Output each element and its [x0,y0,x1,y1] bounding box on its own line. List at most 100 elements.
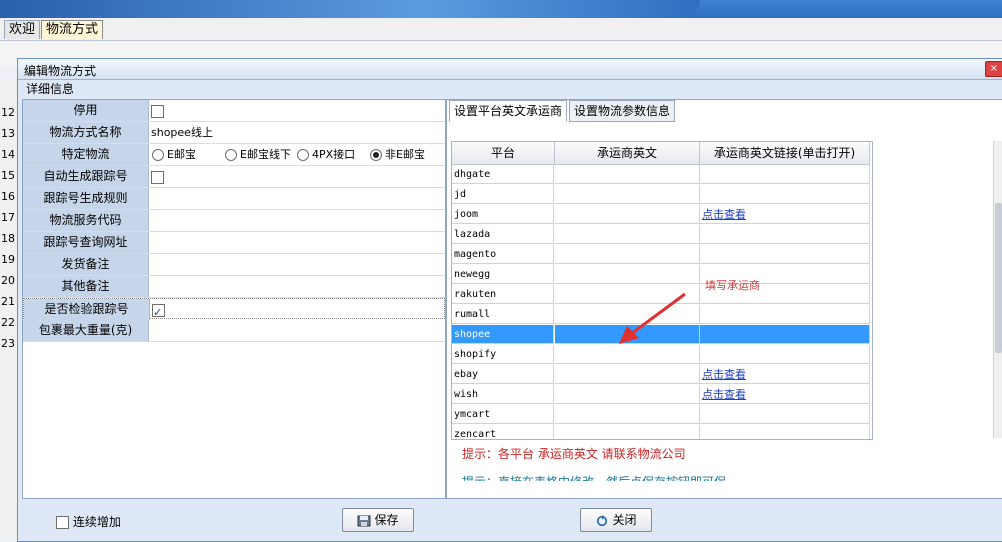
radio-4px[interactable]: 4PX接口 [297,144,355,165]
radio-icon [225,149,237,161]
table-cell-carrier[interactable] [555,385,700,404]
field-label: 是否检验跟踪号 [24,299,150,320]
table-row[interactable]: lazada [452,225,872,245]
other-note-input[interactable] [151,276,441,297]
carrier-panel: 设置平台英文承运商 设置物流参数信息 平台 承运商英文 承运商英文链接(单击打开… [446,99,1002,499]
table-row[interactable]: ebay 点击查看 [452,365,872,385]
table-cell-carrier[interactable] [555,205,700,224]
table-row[interactable]: zencart [452,425,872,440]
save-button[interactable]: 保存 [342,508,414,532]
table-row[interactable]: dhgate [452,165,872,185]
table-cell-platform: zencart [452,425,554,440]
row-number: 23 [1,337,15,350]
table-row[interactable]: newegg [452,265,872,285]
save-icon [357,515,371,526]
row-number: 13 [1,127,15,140]
field-value [152,299,165,323]
form-row-service-code: 物流服务代码 [23,210,445,232]
table-cell-carrier[interactable] [555,165,700,184]
table-cell-link[interactable] [700,305,870,324]
cell-text: dhgate [454,169,491,180]
service-code-input[interactable] [151,210,441,231]
table-cell-link[interactable] [700,245,870,264]
view-link[interactable]: 点击查看 [702,368,746,381]
tab-logistics-params[interactable]: 设置物流参数信息 [569,100,676,122]
vertical-scrollbar[interactable] [993,141,1002,438]
row-number: 20 [1,274,15,287]
table-cell-link[interactable] [700,405,870,424]
continuous-add-checkbox[interactable] [56,516,69,529]
table-cell-carrier[interactable] [555,365,700,384]
ship-note-input[interactable] [151,254,441,275]
table-row[interactable]: wish 点击查看 [452,385,872,405]
column-header-platform[interactable]: 平台 [452,142,555,165]
edit-logistics-dialog: 编辑物流方式 × 详细信息 停用 物流方式名称 shopee线上 特定物流 E邮… [17,58,1002,542]
continuous-add-option[interactable]: 连续增加 [56,513,121,530]
table-cell-platform: ymcart [452,405,554,424]
radio-non-eub[interactable]: 非E邮宝 [370,144,425,165]
row-number: 17 [1,211,15,224]
radio-eub-offline[interactable]: E邮宝线下 [225,144,291,165]
hint-text: 提示：各平台 承运商英文 请联系物流公司 [462,447,686,461]
column-header-carrier[interactable]: 承运商英文 [555,142,700,165]
close-icon[interactable]: × [985,61,1002,77]
field-label: 停用 [23,100,149,121]
view-link[interactable]: 点击查看 [702,208,746,221]
disabled-checkbox[interactable] [151,104,164,118]
arrow-annotation-icon [619,292,686,344]
table-cell-link[interactable] [700,325,870,344]
scrollbar-thumb[interactable] [995,203,1002,353]
tab-welcome[interactable]: 欢迎 [4,20,41,39]
max-weight-input[interactable] [151,320,441,341]
form-row-max-weight: 包裹最大重量(克) [23,320,445,342]
table-cell-link[interactable] [700,225,870,244]
table-row[interactable]: joom 点击查看 [452,205,872,225]
table-cell-carrier[interactable] [555,225,700,244]
column-header-link[interactable]: 承运商英文链接(单击打开) [700,142,870,165]
radio-label: 4PX接口 [312,148,356,161]
close-button[interactable]: 关闭 [580,508,652,532]
field-label: 物流方式名称 [23,122,149,143]
table-cell-link[interactable] [700,345,870,364]
table-cell-link[interactable]: 点击查看 [700,385,870,404]
table-row[interactable]: magento [452,245,872,265]
check-track-checkbox[interactable] [152,302,165,323]
table-cell-link[interactable]: 点击查看 [700,205,870,224]
table-cell-platform: rakuten [452,285,554,304]
view-link[interactable]: 点击查看 [702,388,746,401]
table-cell-carrier[interactable] [555,265,700,284]
query-url-input[interactable] [151,232,441,253]
dialog-title: 编辑物流方式 [24,64,97,78]
rule-input[interactable] [151,188,441,209]
table-cell-link[interactable] [700,185,870,204]
save-label: 保存 [374,513,399,527]
name-input[interactable]: shopee线上 [151,122,441,143]
radio-label: E邮宝线下 [240,148,291,161]
field-label: 特定物流 [23,144,149,165]
form-row-name: 物流方式名称 shopee线上 [23,122,445,144]
field-label: 其他备注 [23,276,149,297]
form-row-special: 特定物流 E邮宝 E邮宝线下 4PX接口 非E邮宝 [23,144,445,166]
app-banner [0,0,1002,18]
refresh-icon [597,514,608,526]
row-number: 14 [1,148,15,161]
radio-eub[interactable]: E邮宝 [152,144,196,165]
auto-gen-checkbox[interactable] [151,170,164,184]
table-cell-link[interactable] [700,165,870,184]
cell-text: zencart [454,429,497,440]
table-cell-carrier[interactable] [555,245,700,264]
radio-label: E邮宝 [167,148,196,161]
table-row[interactable]: jd [452,185,872,205]
cell-text: joom [454,209,479,220]
table-cell-carrier[interactable] [555,425,700,439]
table-cell-link[interactable] [700,425,870,439]
detail-form: 停用 物流方式名称 shopee线上 特定物流 E邮宝 E邮宝线下 4PX接口 … [22,99,446,499]
tab-platform-carrier[interactable]: 设置平台英文承运商 [449,100,568,122]
tab-logistics[interactable]: 物流方式 [41,20,104,39]
table-cell-platform: rumall [452,305,554,324]
table-row[interactable]: ymcart [452,405,872,425]
field-label: 发货备注 [23,254,149,275]
table-cell-carrier[interactable] [555,405,700,424]
table-cell-carrier[interactable] [555,185,700,204]
table-cell-link[interactable]: 点击查看 [700,365,870,384]
